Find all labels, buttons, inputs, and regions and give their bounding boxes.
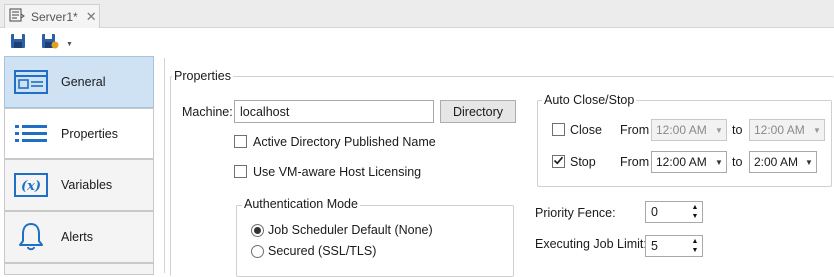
server-document-icon [9, 8, 25, 25]
close-from-select[interactable]: 12:00 AM ▼ [651, 119, 727, 141]
stop-from-label: From [620, 155, 650, 169]
active-directory-checkbox[interactable] [234, 135, 247, 148]
close-icon[interactable]: ✕ [86, 10, 97, 23]
close-from-label: From [620, 123, 650, 137]
radio-job-scheduler-default[interactable] [251, 224, 264, 237]
auto-close-stop-title: Auto Close/Stop [542, 93, 637, 107]
save-options-icon [41, 33, 59, 52]
nav-item-label: General [61, 75, 106, 89]
auth-mode-title: Authentication Mode [242, 197, 360, 211]
stop-from-select[interactable]: 12:00 AM ▼ [651, 151, 727, 173]
stepper-arrows[interactable]: ▲ ▼ [688, 202, 702, 222]
stepper-down-icon[interactable]: ▼ [692, 212, 699, 221]
checkmark-icon [553, 155, 564, 169]
auth-mode-group [236, 205, 514, 277]
bell-icon [5, 222, 57, 252]
list-icon [5, 123, 57, 145]
auth-option-label: Secured (SSL/TLS) [268, 244, 377, 258]
document-tab-title: Server1* [31, 9, 78, 24]
stop-to-value: 2:00 AM [754, 155, 799, 169]
chevron-down-icon: ▼ [813, 125, 821, 135]
machine-input[interactable]: localhost [234, 100, 434, 123]
content-divider [164, 58, 165, 273]
close-to-value: 12:00 AM [754, 123, 805, 137]
close-from-value: 12:00 AM [656, 123, 707, 137]
close-label: Close [570, 123, 602, 137]
vm-aware-checkbox[interactable] [234, 165, 247, 178]
nav-item-label: Alerts [61, 230, 93, 244]
close-to-label: to [732, 123, 743, 137]
svg-text:(x): (x) [21, 179, 41, 194]
vm-aware-label: Use VM-aware Host Licensing [253, 165, 422, 179]
save-options-dropdown-icon[interactable]: ▼ [66, 41, 73, 48]
nav-item-more[interactable] [4, 263, 154, 275]
document-tab-server1[interactable]: Server1* ✕ [4, 4, 100, 28]
executing-job-limit-stepper[interactable]: 5 ▲ ▼ [645, 235, 703, 257]
nav-item-alerts[interactable]: Alerts [4, 211, 154, 263]
close-checkbox[interactable] [552, 123, 565, 136]
chevron-down-icon: ▼ [715, 157, 723, 167]
general-form-icon [5, 70, 57, 94]
active-directory-label: Active Directory Published Name [253, 135, 436, 149]
close-to-select[interactable]: 12:00 AM ▼ [749, 119, 825, 141]
directory-button[interactable]: Directory [440, 100, 516, 123]
executing-job-limit-value: 5 [651, 239, 658, 253]
machine-label: Machine: [182, 105, 233, 119]
save-options-button[interactable] [40, 33, 60, 51]
radio-secured-ssl[interactable] [251, 245, 264, 258]
chevron-down-icon: ▼ [715, 125, 723, 135]
stepper-up-icon[interactable]: ▲ [692, 203, 699, 212]
nav-item-properties[interactable]: Properties [4, 108, 154, 159]
save-icon [10, 33, 26, 52]
document-tab-strip [0, 0, 834, 28]
stop-label: Stop [570, 155, 596, 169]
properties-title: Properties [172, 69, 233, 83]
nav-item-variables[interactable]: (x) Variables [4, 159, 154, 211]
priority-fence-label: Priority Fence: [535, 206, 616, 220]
radio-selected-dot [254, 227, 261, 234]
stepper-up-icon[interactable]: ▲ [692, 237, 699, 246]
save-button[interactable] [8, 33, 28, 51]
stepper-down-icon[interactable]: ▼ [692, 246, 699, 255]
nav-item-general[interactable]: General [4, 56, 154, 108]
auth-option-label: Job Scheduler Default (None) [268, 223, 433, 237]
executing-job-limit-label: Executing Job Limit: [535, 237, 647, 251]
nav-item-label: Variables [61, 178, 113, 192]
toolbar [0, 29, 834, 55]
variables-icon: (x) [5, 173, 57, 197]
stepper-arrows[interactable]: ▲ ▼ [688, 236, 702, 256]
machine-value: localhost [240, 104, 290, 119]
nav-item-label: Properties [61, 126, 118, 141]
auto-close-stop-group [537, 100, 832, 187]
priority-fence-stepper[interactable]: 0 ▲ ▼ [645, 201, 703, 223]
priority-fence-value: 0 [651, 205, 658, 219]
chevron-down-icon: ▼ [805, 157, 813, 167]
stop-checkbox[interactable] [552, 155, 565, 168]
stop-to-select[interactable]: 2:00 AM ▼ [749, 151, 817, 173]
stop-to-label: to [732, 155, 743, 169]
stop-from-value: 12:00 AM [656, 155, 707, 169]
